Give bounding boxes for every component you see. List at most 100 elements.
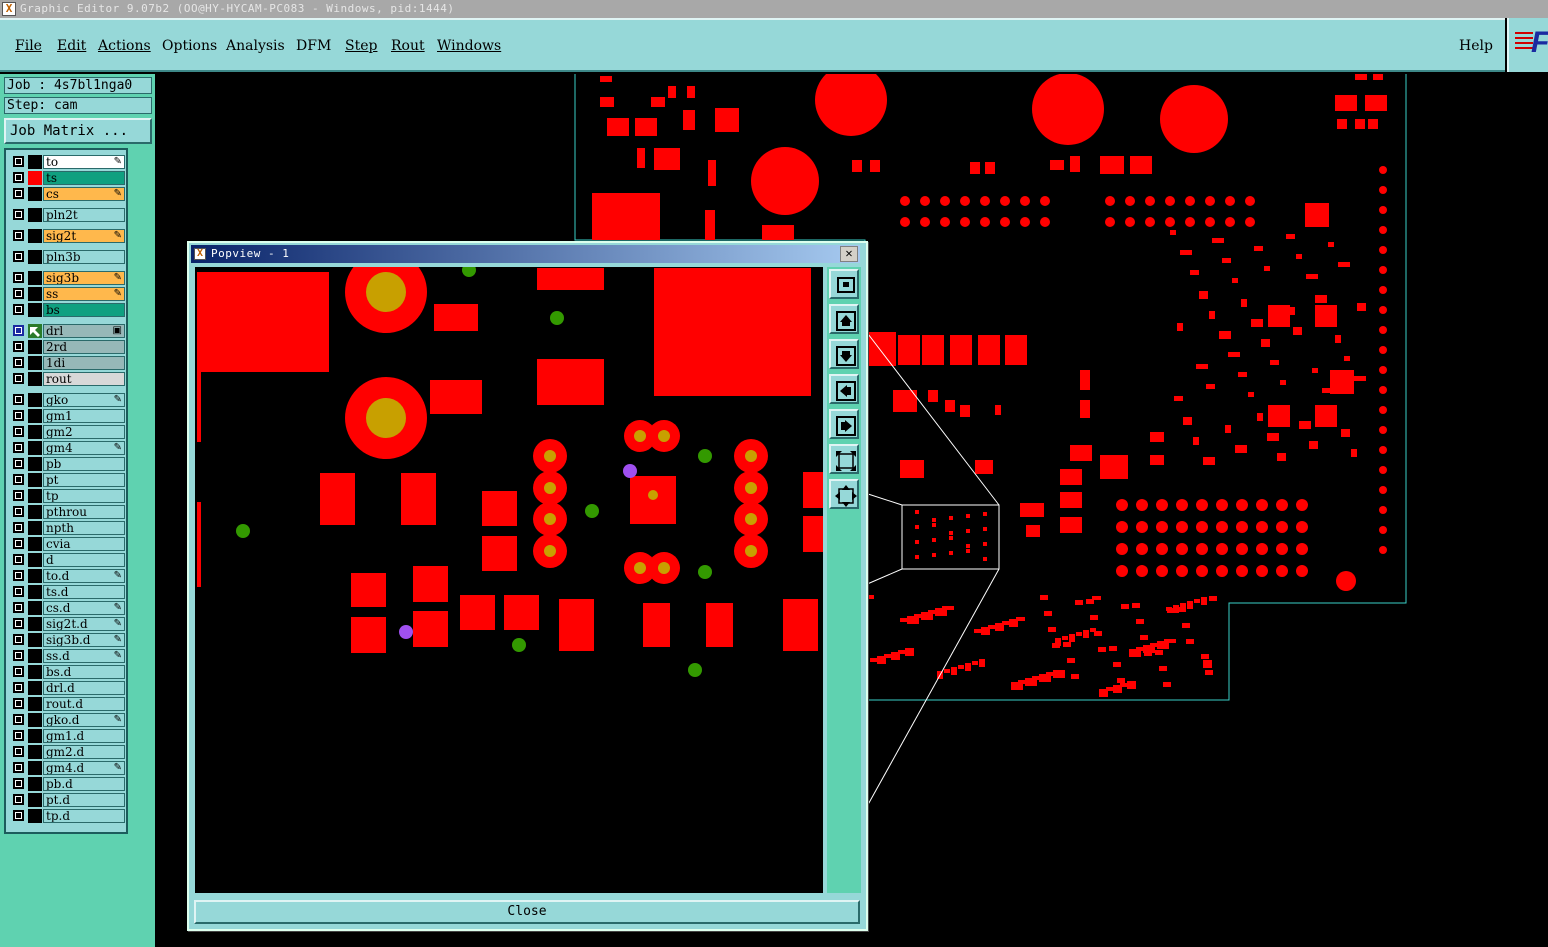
layer-checkbox[interactable] — [13, 394, 24, 405]
layer-name[interactable]: pt.d — [43, 793, 125, 807]
layer-affected-toggle[interactable] — [28, 761, 42, 775]
layer-row[interactable]: gm4 ✎ — [9, 441, 125, 455]
layer-checkbox[interactable] — [13, 602, 24, 613]
layer-row[interactable]: to.d ✎ — [9, 569, 125, 583]
layer-row[interactable]: pln3b — [9, 250, 125, 264]
layer-affected-toggle[interactable] — [28, 649, 42, 663]
layer-name[interactable]: pb.d — [43, 777, 125, 791]
layer-row[interactable]: ss ✎ — [9, 287, 125, 301]
layer-affected-toggle[interactable] — [28, 585, 42, 599]
layer-checkbox[interactable] — [13, 666, 24, 677]
layer-checkbox[interactable] — [13, 426, 24, 437]
layer-checkbox[interactable] — [13, 230, 24, 241]
layer-name[interactable]: bs.d — [43, 665, 125, 679]
layer-affected-toggle[interactable] — [28, 681, 42, 695]
layer-name[interactable]: rout — [43, 372, 125, 386]
layer-name[interactable]: pt — [43, 473, 125, 487]
menu-options[interactable]: Options — [162, 38, 217, 54]
layer-affected-toggle[interactable] — [28, 340, 42, 354]
layer-affected-toggle[interactable] — [28, 537, 42, 551]
layer-checkbox[interactable] — [13, 762, 24, 773]
layer-checkbox[interactable] — [13, 474, 24, 485]
layer-checkbox[interactable] — [13, 506, 24, 517]
layer-affected-toggle[interactable] — [28, 505, 42, 519]
layer-checkbox[interactable] — [13, 272, 24, 283]
layer-affected-toggle[interactable] — [28, 809, 42, 823]
menu-file[interactable]: File — [15, 38, 42, 54]
layer-affected-toggle[interactable] — [28, 155, 42, 169]
layer-checkbox[interactable] — [13, 634, 24, 645]
menu-actions[interactable]: Actions — [98, 38, 151, 54]
layer-checkbox[interactable] — [13, 490, 24, 501]
layer-checkbox[interactable] — [13, 730, 24, 741]
layer-row[interactable]: pt — [9, 473, 125, 487]
layer-checkbox[interactable] — [13, 586, 24, 597]
layer-affected-toggle[interactable] — [28, 553, 42, 567]
layer-affected-toggle[interactable] — [28, 457, 42, 471]
layer-row[interactable]: gko ✎ — [9, 393, 125, 407]
layer-checkbox[interactable] — [13, 410, 24, 421]
layer-checkbox[interactable] — [13, 188, 24, 199]
layer-name[interactable]: ts.d — [43, 585, 125, 599]
layer-name[interactable]: sig3b ✎ — [43, 271, 125, 285]
layer-name[interactable]: pthrou — [43, 505, 125, 519]
popview-zoom-view[interactable] — [195, 267, 823, 893]
layer-row[interactable]: pln2t — [9, 208, 125, 222]
layer-checkbox[interactable] — [13, 442, 24, 453]
layer-row[interactable]: tp.d — [9, 809, 125, 823]
layer-checkbox[interactable] — [13, 650, 24, 661]
layer-name[interactable]: npth — [43, 521, 125, 535]
layer-row[interactable]: 1di — [9, 356, 125, 370]
layer-row[interactable]: drl.d — [9, 681, 125, 695]
layer-checkbox[interactable] — [13, 325, 24, 336]
layer-name[interactable]: gko ✎ — [43, 393, 125, 407]
layer-checkbox[interactable] — [13, 570, 24, 581]
layer-name[interactable]: tp — [43, 489, 125, 503]
layer-affected-toggle[interactable] — [28, 372, 42, 386]
layer-row[interactable]: tp — [9, 489, 125, 503]
layer-row[interactable]: bs — [9, 303, 125, 317]
layer-checkbox[interactable] — [13, 373, 24, 384]
layer-name[interactable]: gm4 ✎ — [43, 441, 125, 455]
layer-checkbox[interactable] — [13, 357, 24, 368]
layer-affected-toggle[interactable] — [28, 441, 42, 455]
layer-row[interactable]: gm1 — [9, 409, 125, 423]
layer-checkbox[interactable] — [13, 554, 24, 565]
layer-checkbox[interactable] — [13, 172, 24, 183]
layer-checkbox[interactable] — [13, 209, 24, 220]
layer-name[interactable]: sig2t ✎ — [43, 229, 125, 243]
layer-name[interactable]: tp.d — [43, 809, 125, 823]
layer-checkbox[interactable] — [13, 618, 24, 629]
arrow-cursor-icon[interactable] — [28, 324, 42, 338]
layer-name[interactable]: ts — [43, 171, 125, 185]
layer-name[interactable]: gm1.d — [43, 729, 125, 743]
layer-name[interactable]: to.d ✎ — [43, 569, 125, 583]
pan-right-icon[interactable] — [829, 409, 859, 439]
layer-name[interactable]: cs.d ✎ — [43, 601, 125, 615]
layer-affected-toggle[interactable] — [28, 356, 42, 370]
layer-affected-toggle[interactable] — [28, 745, 42, 759]
layer-row[interactable]: cs.d ✎ — [9, 601, 125, 615]
layer-name[interactable]: to ✎ — [43, 155, 125, 169]
layer-affected-toggle[interactable] — [28, 303, 42, 317]
layer-checkbox[interactable] — [13, 156, 24, 167]
layer-affected-toggle[interactable] — [28, 617, 42, 631]
layer-checkbox[interactable] — [13, 458, 24, 469]
layer-row[interactable]: rout.d — [9, 697, 125, 711]
layer-name[interactable]: rout.d — [43, 697, 125, 711]
layer-affected-toggle[interactable] — [28, 793, 42, 807]
layer-name[interactable]: gm4.d ✎ — [43, 761, 125, 775]
layer-row[interactable]: ss.d ✎ — [9, 649, 125, 663]
layer-name[interactable]: gko.d ✎ — [43, 713, 125, 727]
layer-name[interactable]: drl ▣ — [43, 324, 125, 338]
layer-row[interactable]: ts.d — [9, 585, 125, 599]
layer-row[interactable]: gko.d ✎ — [9, 713, 125, 727]
layer-name[interactable]: pln3b — [43, 250, 125, 264]
layer-row[interactable]: sig2t.d ✎ — [9, 617, 125, 631]
layer-affected-toggle[interactable] — [28, 665, 42, 679]
layer-row[interactable]: sig3b.d ✎ — [9, 633, 125, 647]
layer-row[interactable]: pt.d — [9, 793, 125, 807]
layer-checkbox[interactable] — [13, 746, 24, 757]
layer-name[interactable]: cvia — [43, 537, 125, 551]
layer-checkbox[interactable] — [13, 714, 24, 725]
